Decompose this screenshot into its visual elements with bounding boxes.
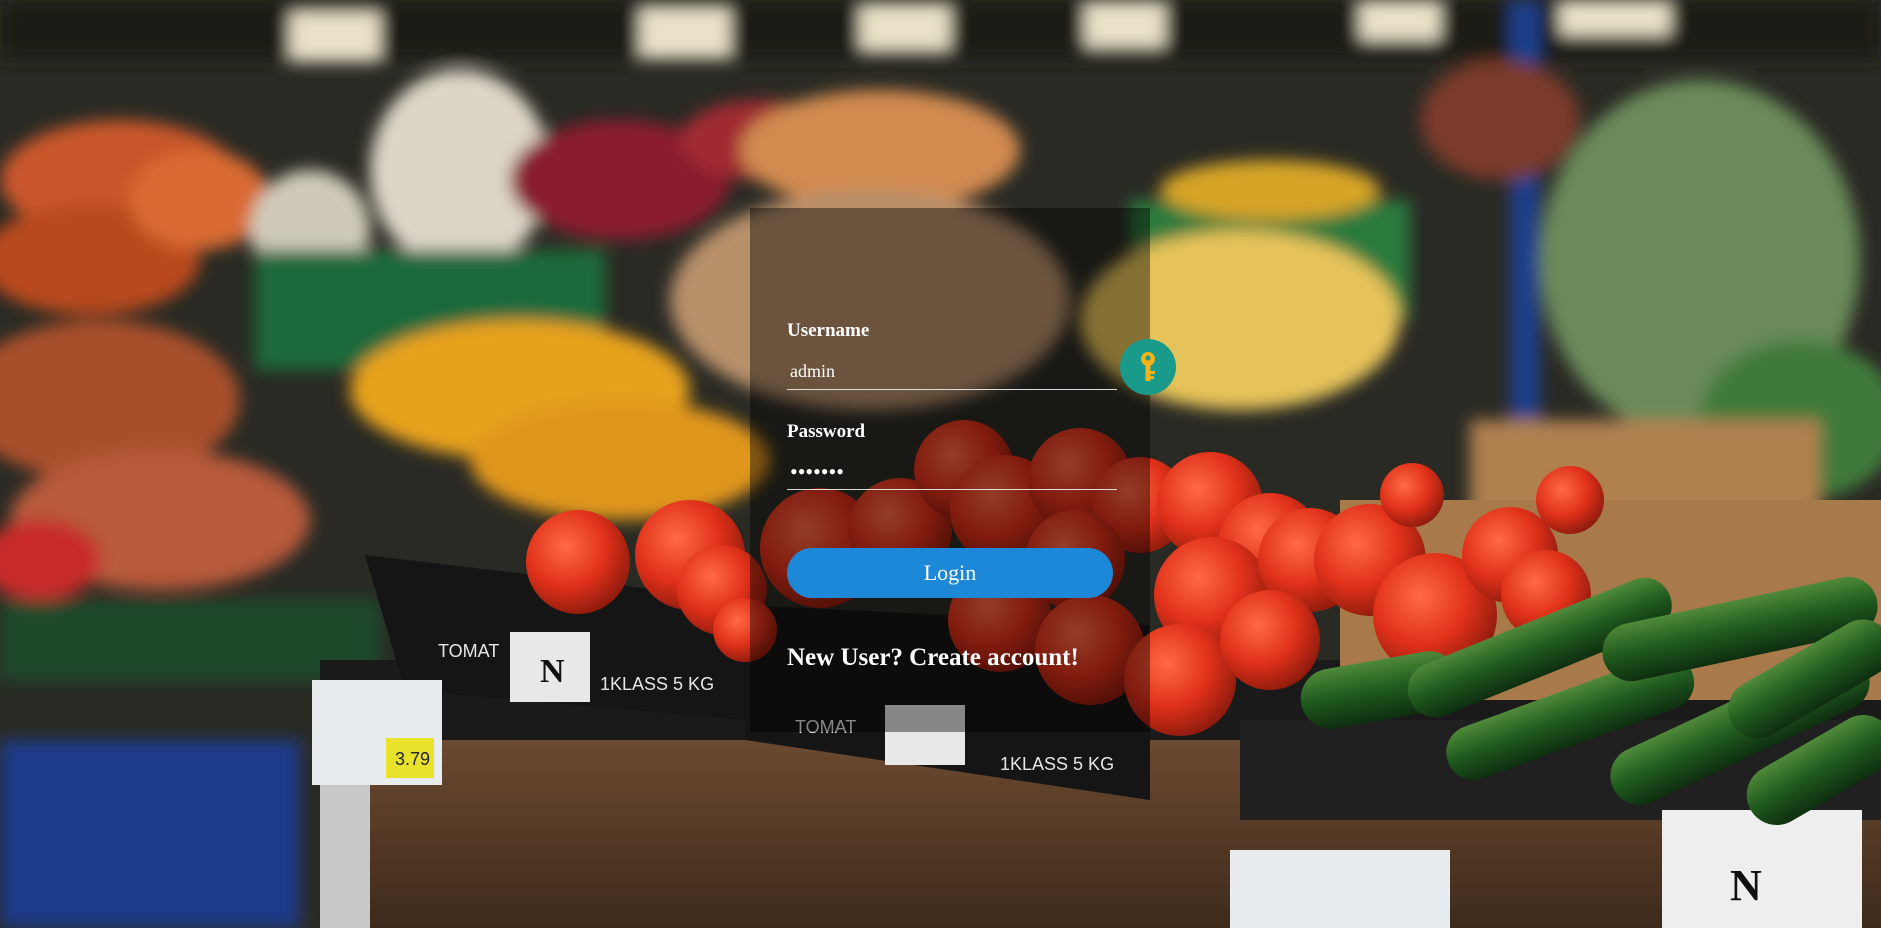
login-button[interactable]: Login bbox=[787, 548, 1113, 598]
svg-text:3.79: 3.79 bbox=[395, 749, 430, 769]
password-input[interactable] bbox=[787, 454, 1117, 490]
username-input[interactable] bbox=[787, 354, 1117, 390]
key-icon bbox=[1120, 339, 1176, 395]
svg-text:N: N bbox=[1730, 861, 1762, 910]
password-label: Password bbox=[787, 421, 866, 442]
username-label: Username bbox=[787, 320, 870, 341]
svg-text:1KLASS 5 KG: 1KLASS 5 KG bbox=[600, 674, 714, 694]
login-panel: Username Password Login New User? Create… bbox=[750, 208, 1176, 732]
svg-text:TOMAT: TOMAT bbox=[438, 641, 499, 661]
create-account-link[interactable]: New User? Create account! bbox=[787, 644, 1079, 672]
svg-text:N: N bbox=[540, 653, 565, 690]
svg-text:1KLASS 5 KG: 1KLASS 5 KG bbox=[1000, 754, 1114, 774]
